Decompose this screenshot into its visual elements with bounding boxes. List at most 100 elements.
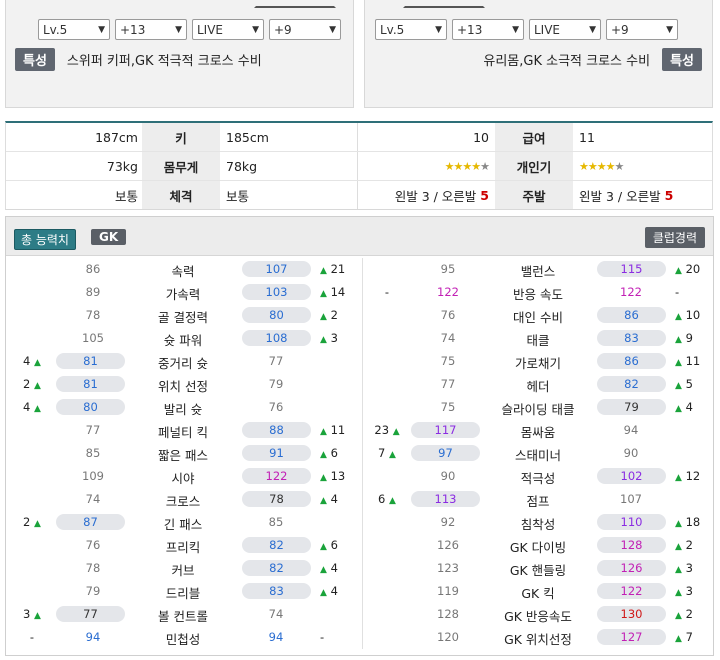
enhance-select[interactable]: +13 ▼: [115, 19, 187, 40]
stat-diff-value: 6: [378, 492, 386, 506]
stat-diff: ▲ 6: [320, 538, 354, 552]
bonus-select[interactable]: +9 ▼: [269, 19, 341, 40]
stat-value-chip: 103: [242, 284, 311, 300]
stat-name: 반응 속도: [513, 287, 563, 302]
stat-row: 75 가로채기 86 ▲ 11: [363, 350, 713, 373]
stat-base-value: 74: [85, 492, 101, 506]
stat-row: 4 ▲ 80 발리 슛 76: [8, 396, 358, 419]
stats-header: 총 능력치 GK 클럽경력: [6, 217, 713, 256]
stat-row: 126 GK 다이빙 128 ▲ 2: [363, 534, 713, 557]
stat-diff: ▲ 2: [320, 308, 354, 322]
level-select[interactable]: Lv.5 ▼: [38, 19, 110, 40]
level-select[interactable]: Lv.5 ▼: [375, 19, 447, 40]
stat-row: 128 GK 반응속도 130 ▲ 2: [363, 603, 713, 626]
stat-diff: ▲ 20: [675, 262, 709, 276]
stat-diff-value: 9: [685, 331, 693, 345]
stat-diff: ▲ 3: [320, 331, 354, 345]
stat-diff: 3 ▲: [18, 607, 46, 621]
stat-diff: ▲ 3: [675, 561, 709, 575]
arrow-up-icon: ▲: [675, 565, 682, 575]
arrow-up-icon: ▲: [320, 289, 327, 299]
stat-base-value: 90: [623, 446, 639, 460]
stat-value-chip: 81: [56, 353, 125, 369]
level-select-value: Lv.5: [43, 22, 68, 37]
stat-diff-value: 13: [330, 469, 346, 483]
stat-name: GK 킥: [521, 586, 555, 601]
trait-text: 유리몸,GK 소극적 크로스 수비: [483, 54, 651, 69]
left-skill-stars: ★★★★★: [358, 152, 495, 180]
stat-diff: ▲ 3: [675, 584, 709, 598]
stat-base-value: 126: [437, 538, 459, 552]
stat-base-value: 109: [82, 469, 104, 483]
stat-name: 긴 패스: [163, 517, 203, 532]
stat-row: 6 ▲ 113 점프 107: [363, 488, 713, 511]
stat-row: 77 헤더 82 ▲ 5: [363, 373, 713, 396]
stat-name: 볼 컨트롤: [158, 609, 208, 624]
stat-value-chip: 83: [242, 583, 311, 599]
stat-diff-value: 21: [330, 262, 346, 276]
live-select[interactable]: LIVE ▼: [192, 19, 264, 40]
arrow-up-icon: ▲: [320, 450, 327, 460]
stat-row: 77 페널티 킥 88 ▲ 11: [8, 419, 358, 442]
stat-name: 태클: [526, 333, 550, 348]
stat-row: 75 슬라이딩 태클 79 ▲ 4: [363, 396, 713, 419]
stat-diff: -: [320, 630, 325, 644]
chevron-down-icon: ▼: [666, 24, 673, 35]
stat-base-value: 94: [85, 630, 101, 644]
stat-name: 밸런스: [520, 264, 556, 279]
club-career-button[interactable]: 클럽경력: [644, 227, 705, 248]
stat-row: 74 크로스 78 ▲ 4: [8, 488, 358, 511]
stat-name: 속력: [171, 264, 195, 279]
stat-value-chip: 117: [411, 422, 480, 438]
panel-tab-notch: [254, 0, 336, 8]
stat-row: 74 태클 83 ▲ 9: [363, 327, 713, 350]
arrow-up-icon: ▲: [389, 450, 396, 460]
stat-value-chip: 80: [242, 307, 311, 323]
total-stats-button[interactable]: 총 능력치: [14, 229, 76, 250]
arrow-up-icon: ▲: [389, 496, 396, 506]
chevron-down-icon: ▼: [512, 24, 519, 35]
chevron-down-icon: ▼: [175, 24, 182, 35]
stat-base-value: 74: [268, 607, 284, 621]
right-salary: 11: [579, 129, 595, 145]
stat-diff: -: [29, 630, 35, 644]
stat-diff: ▲ 4: [675, 400, 709, 414]
stat-diff-value: 2: [685, 538, 693, 552]
bonus-select[interactable]: +9 ▼: [606, 19, 678, 40]
stat-name: 발리 슛: [163, 402, 203, 417]
stat-value-chip: 107: [242, 261, 311, 277]
arrow-up-icon: ▲: [392, 427, 400, 437]
skill-label: 개인기: [495, 152, 573, 180]
left-foot: 왼발 3 / 오른발 5: [358, 181, 495, 209]
star-rating: ★★★★★: [579, 159, 624, 173]
stat-diff-value: 11: [685, 354, 701, 368]
stat-diff: ▲ 9: [675, 331, 709, 345]
right-player-panel: Lv.5 ▼ +13 ▼ LIVE ▼ +9 ▼ 유리몸,GK 소극적 크로스 수비 특…: [364, 0, 713, 108]
stat-base-value: 85: [268, 515, 284, 529]
position-button[interactable]: GK: [91, 229, 127, 245]
stat-value-chip: 83: [597, 330, 666, 346]
stat-diff: ▲ 2: [675, 607, 709, 621]
stat-base-value: 76: [268, 400, 284, 414]
stat-name: GK 위치선정: [504, 632, 572, 647]
stat-diff: ▲ 7: [675, 630, 709, 644]
enhance-select-value: +13: [457, 22, 483, 37]
stat-base-value: 107: [620, 492, 642, 506]
stat-base-value: 85: [85, 446, 101, 460]
arrow-up-icon: ▲: [320, 542, 327, 552]
stat-value-chip: 97: [411, 445, 480, 461]
stat-diff-value: 5: [685, 377, 693, 391]
stat-row: 78 커브 82 ▲ 4: [8, 557, 358, 580]
stat-diff-value: 2: [23, 515, 31, 529]
live-select[interactable]: LIVE ▼: [529, 19, 601, 40]
chevron-down-icon: ▼: [589, 24, 596, 35]
stat-diff: -: [384, 285, 390, 299]
stat-value-chip: 77: [56, 606, 125, 622]
enhance-select[interactable]: +13 ▼: [452, 19, 524, 40]
stat-diff: 6 ▲: [373, 492, 401, 506]
right-build: 보통: [220, 181, 358, 209]
foot-text: 왼발 3 / 오른발: [579, 188, 661, 204]
stat-base-value: 79: [85, 584, 101, 598]
stat-diff: ▲ 11: [320, 423, 354, 437]
stat-base-value: 122: [437, 285, 459, 299]
